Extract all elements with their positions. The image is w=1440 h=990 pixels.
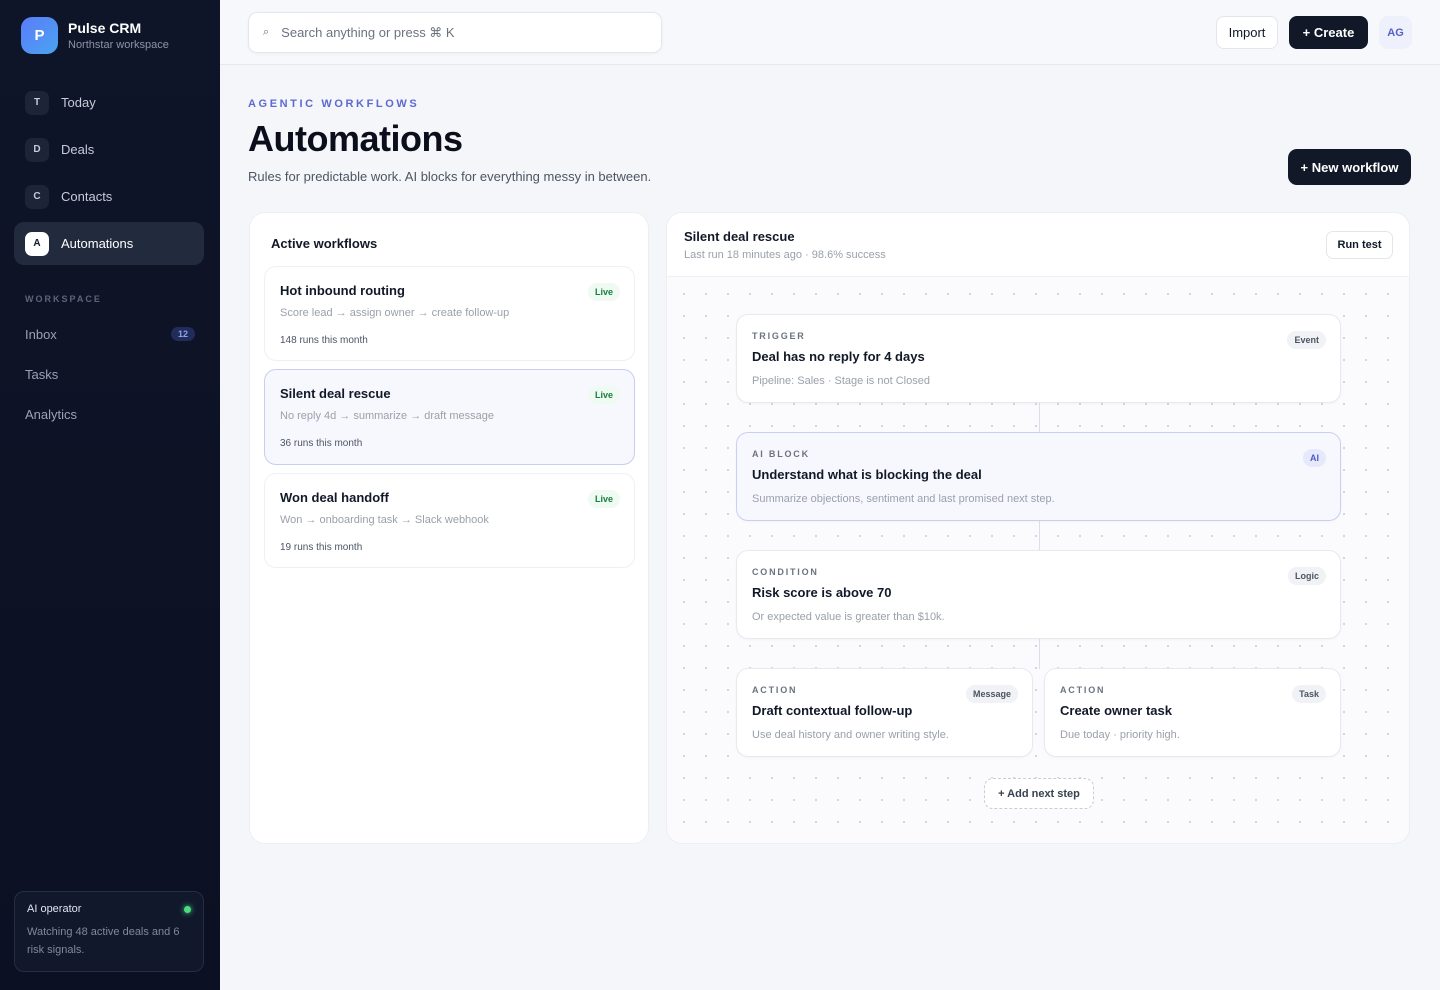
workflow-steps: Score lead → assign owner → create follo… <box>280 307 510 319</box>
workflow-name: Silent deal rescue <box>280 386 391 401</box>
trigger-node[interactable]: TRIGGER Deal has no reply for 4 days Pip… <box>736 314 1341 403</box>
workflow-card-won-deal[interactable]: Won deal handoff Live Won → onboarding t… <box>264 473 635 568</box>
page-subtitle: Rules for predictable work. AI blocks fo… <box>248 169 652 184</box>
ai-operator-title: AI operator <box>27 903 82 915</box>
node-tag: AI <box>1303 449 1326 467</box>
node-title: Draft contextual follow-up <box>752 703 913 718</box>
status-badge: Live <box>587 386 620 404</box>
workflows-panel: Active workflows Hot inbound routing Liv… <box>249 212 649 844</box>
connector-line <box>1039 521 1040 551</box>
node-tag: Task <box>1292 685 1326 703</box>
nav-label: Automations <box>61 236 134 251</box>
node-title: Create owner task <box>1060 703 1172 718</box>
builder-meta: Last run 18 minutes ago · 98.6% success <box>684 249 886 261</box>
sidebar: P Pulse CRM Northstar workspace T Today … <box>0 0 220 990</box>
node-kicker: CONDITION <box>752 567 819 577</box>
connector-line <box>1039 639 1040 669</box>
workflow-runs: 148 runs this month <box>280 335 368 346</box>
sidebar-item-analytics[interactable]: Analytics <box>25 394 195 434</box>
automations-icon: A <box>25 231 49 256</box>
workspace-section-title: WORKSPACE <box>25 294 102 304</box>
sidebar-item-label: Inbox <box>25 326 57 342</box>
main-nav: T Today D Deals C Contacts A Automations <box>14 81 204 269</box>
nav-label: Today <box>61 95 96 110</box>
run-test-button[interactable]: Run test <box>1326 231 1393 259</box>
status-badge: Live <box>587 283 620 301</box>
workflow-name: Won deal handoff <box>280 490 389 505</box>
connector-line <box>1039 403 1040 433</box>
node-title: Understand what is blocking the deal <box>752 467 982 482</box>
workflow-runs: 19 runs this month <box>280 542 363 553</box>
search-icon: ⌕ <box>263 26 270 38</box>
search-input[interactable] <box>281 25 642 40</box>
workspace-name: Northstar workspace <box>68 38 169 51</box>
nav-item-automations[interactable]: A Automations <box>14 222 204 265</box>
node-tag: Message <box>965 685 1018 703</box>
builder-title: Silent deal rescue <box>684 229 795 244</box>
ai-block-node[interactable]: AI BLOCK Understand what is blocking the… <box>736 432 1341 521</box>
workflow-card-silent-deal[interactable]: Silent deal rescue Live No reply 4d → su… <box>264 369 635 465</box>
action-node-task[interactable]: ACTION Create owner task Due today · pri… <box>1044 668 1341 757</box>
nav-item-deals[interactable]: D Deals <box>14 128 204 171</box>
ai-operator-card[interactable]: AI operator Watching 48 active deals and… <box>14 891 204 972</box>
brand-name: Pulse CRM <box>68 19 142 36</box>
add-next-step-button[interactable]: + Add next step <box>984 778 1094 809</box>
contacts-icon: C <box>25 184 49 209</box>
brand[interactable]: P Pulse CRM Northstar workspace <box>21 17 169 54</box>
inbox-count-badge: 12 <box>170 327 195 341</box>
node-desc: Use deal history and owner writing style… <box>752 729 949 741</box>
action-node-followup[interactable]: ACTION Draft contextual follow-up Use de… <box>736 668 1033 757</box>
builder-header: Silent deal rescue Last run 18 minutes a… <box>667 213 1409 277</box>
page-eyebrow: AGENTIC WORKFLOWS <box>248 98 420 110</box>
nav-label: Deals <box>61 142 95 157</box>
topbar: ⌕ Import + Create AG <box>220 0 1440 65</box>
node-kicker: AI BLOCK <box>752 449 810 459</box>
avatar[interactable]: AG <box>1379 16 1412 49</box>
brand-logo-icon: P <box>21 17 58 54</box>
nav-label: Contacts <box>61 189 113 204</box>
workflow-card-hot-inbound[interactable]: Hot inbound routing Live Score lead → as… <box>264 266 635 361</box>
page-title: Automations <box>248 118 463 159</box>
node-kicker: ACTION <box>1060 685 1106 695</box>
node-desc: Summarize objections, sentiment and last… <box>752 493 1055 505</box>
sidebar-item-inbox[interactable]: Inbox 12 <box>25 314 195 354</box>
workspace-list: Inbox 12 Tasks Analytics <box>25 314 195 434</box>
node-tag: Logic <box>1288 567 1326 585</box>
ai-operator-text: Watching 48 active deals and 6 risk sign… <box>27 926 180 956</box>
node-tag: Event <box>1287 331 1326 349</box>
nav-item-contacts[interactable]: C Contacts <box>14 175 204 218</box>
workflow-canvas[interactable]: TRIGGER Deal has no reply for 4 days Pip… <box>667 277 1409 843</box>
sidebar-item-label: Tasks <box>25 366 59 382</box>
status-badge: Live <box>587 490 620 508</box>
workflow-steps: No reply 4d → summarize → draft message <box>280 410 494 422</box>
node-title: Deal has no reply for 4 days <box>752 349 925 364</box>
workflow-name: Hot inbound routing <box>280 283 405 298</box>
workflows-panel-title: Active workflows <box>271 236 378 251</box>
today-icon: T <box>25 90 49 115</box>
deals-icon: D <box>25 137 49 162</box>
import-button[interactable]: Import <box>1216 16 1278 49</box>
workflow-steps: Won → onboarding task → Slack webhook <box>280 514 489 526</box>
workflow-builder-panel: Silent deal rescue Last run 18 minutes a… <box>666 212 1410 844</box>
node-title: Risk score is above 70 <box>752 585 892 600</box>
new-workflow-button[interactable]: + New workflow <box>1288 149 1411 185</box>
node-desc: Or expected value is greater than $10k. <box>752 611 945 623</box>
node-kicker: TRIGGER <box>752 331 806 341</box>
create-button[interactable]: + Create <box>1289 16 1368 49</box>
status-dot-icon <box>184 905 191 913</box>
node-desc: Due today · priority high. <box>1060 729 1180 741</box>
nav-item-today[interactable]: T Today <box>14 81 204 124</box>
search-box[interactable]: ⌕ <box>248 12 662 53</box>
node-desc: Pipeline: Sales · Stage is not Closed <box>752 375 930 387</box>
condition-node[interactable]: CONDITION Risk score is above 70 Or expe… <box>736 550 1341 639</box>
workflow-runs: 36 runs this month <box>280 438 363 449</box>
sidebar-item-label: Analytics <box>25 406 78 422</box>
sidebar-item-tasks[interactable]: Tasks <box>25 354 195 394</box>
